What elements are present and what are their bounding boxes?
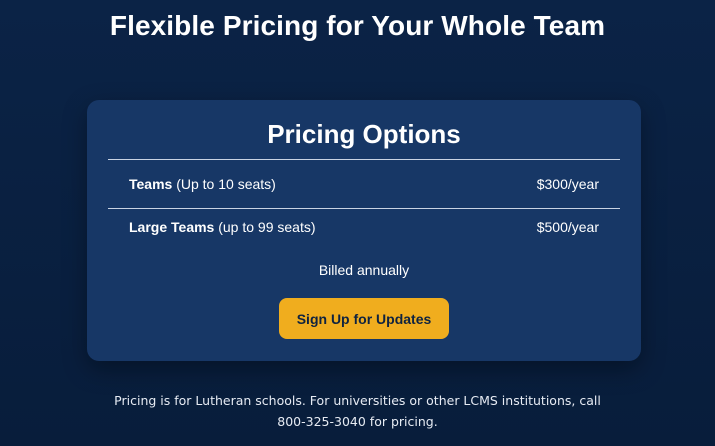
footnote-line-1: Pricing is for Lutheran schools. For uni… xyxy=(114,393,601,408)
sign-up-for-updates-button[interactable]: Sign Up for Updates xyxy=(279,298,449,339)
plan-row-teams: Teams (Up to 10 seats) $300/year xyxy=(129,176,599,196)
plan-price: $300/year xyxy=(536,176,599,192)
billing-note: Billed annually xyxy=(318,262,410,278)
divider xyxy=(108,208,620,209)
plan-price: $500/year xyxy=(536,219,599,235)
pricing-footnote: Pricing is for Lutheran schools. For uni… xyxy=(100,390,615,432)
divider xyxy=(108,159,620,160)
plan-seats: (Up to 10 seats) xyxy=(172,176,276,192)
pricing-card: Pricing Options Teams (Up to 10 seats) $… xyxy=(87,100,641,361)
plan-name: Teams xyxy=(129,176,173,192)
page-title: Flexible Pricing for Your Whole Team xyxy=(109,10,606,41)
plan-name: Large Teams xyxy=(129,219,215,235)
plan-seats: (up to 99 seats) xyxy=(214,219,316,235)
plan-row-large-teams: Large Teams (up to 99 seats) $500/year xyxy=(129,219,599,239)
footnote-line-2: 800-325-3040 for pricing. xyxy=(277,414,438,429)
card-title: Pricing Options xyxy=(267,119,461,149)
